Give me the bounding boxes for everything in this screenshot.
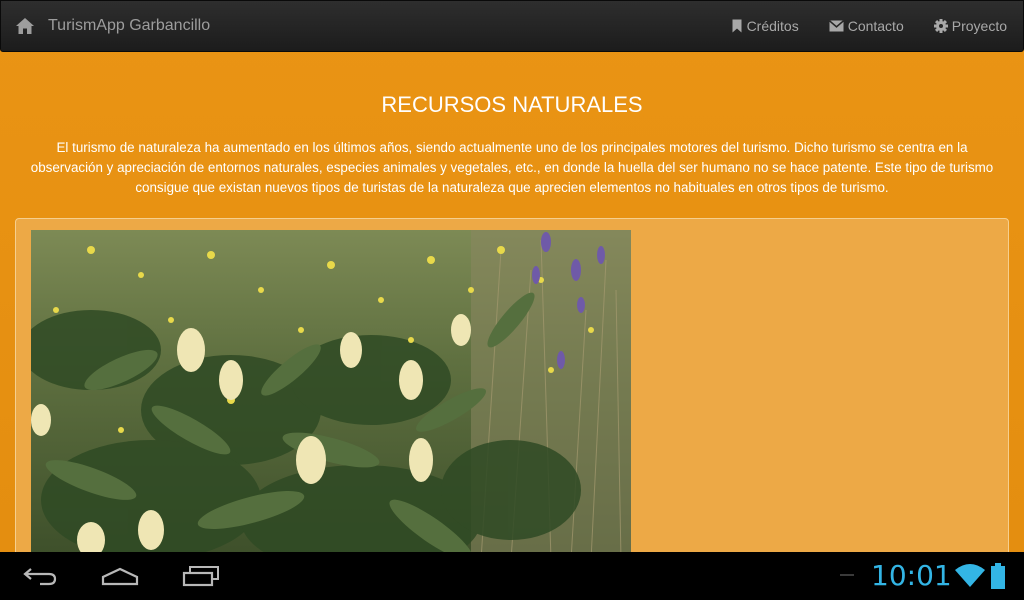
status-clock: 10:01 xyxy=(871,559,952,592)
back-icon xyxy=(23,568,57,586)
nav-link-proyecto[interactable]: Proyecto xyxy=(933,18,1007,34)
brand-title: TurismApp Garbancillo xyxy=(48,17,211,34)
page-title: RECURSOS NATURALES xyxy=(381,92,643,117)
recent-apps-button[interactable] xyxy=(182,552,220,600)
back-button[interactable] xyxy=(22,552,58,600)
nav-link-label: Créditos xyxy=(746,18,799,34)
gear-icon xyxy=(933,19,948,33)
nav-link-creditos[interactable]: Créditos xyxy=(731,18,799,34)
notification-dash-icon xyxy=(840,574,854,576)
navbar: TurismApp Garbancillo Créditos Contacto xyxy=(0,0,1024,52)
home-icon xyxy=(101,567,139,586)
home-button[interactable] xyxy=(101,552,139,600)
nav-link-label: Proyecto xyxy=(951,18,1007,34)
nature-photo-graphic xyxy=(31,230,631,559)
battery-icon xyxy=(991,563,1005,589)
nav-link-contacto[interactable]: Contacto xyxy=(828,18,904,34)
recent-apps-icon xyxy=(182,566,219,587)
home-icon xyxy=(16,18,34,34)
wifi-icon xyxy=(955,564,985,587)
intro-paragraph: El turismo de naturaleza ha aumentado en… xyxy=(30,140,994,195)
nature-photo xyxy=(31,230,631,559)
brand-link[interactable]: TurismApp Garbancillo xyxy=(15,1,210,51)
nav-link-label: Contacto xyxy=(847,18,904,34)
envelope-icon xyxy=(828,20,844,32)
nav-links: Créditos Contacto Proyecto xyxy=(701,1,1007,51)
bookmark-icon xyxy=(732,19,742,33)
content-panel xyxy=(15,218,1009,560)
